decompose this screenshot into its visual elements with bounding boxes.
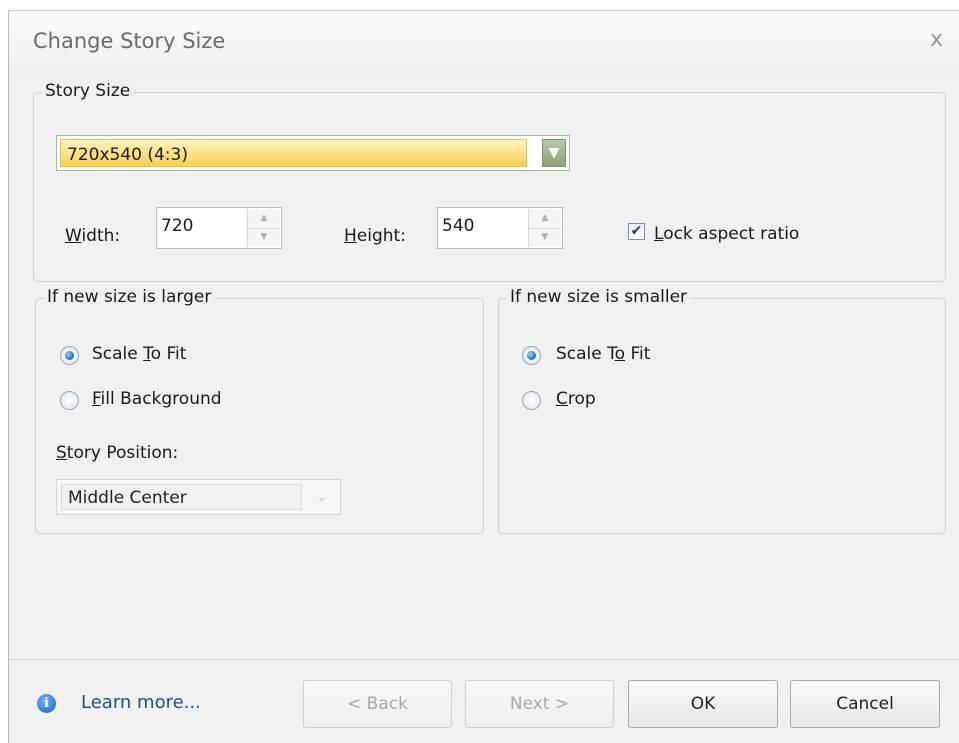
chevron-down-icon[interactable]: ⌄ bbox=[308, 484, 336, 510]
smaller-size-group-label: If new size is smaller bbox=[507, 287, 691, 307]
fill-background-label[interactable]: Fill Background bbox=[92, 389, 222, 409]
story-size-preset-dropdown[interactable]: 720x540 (4:3) ▼ bbox=[56, 135, 570, 171]
spin-down-icon[interactable]: ▼ bbox=[529, 228, 561, 247]
spin-up-icon[interactable]: ▲ bbox=[529, 209, 561, 229]
width-label: Width: bbox=[65, 226, 121, 246]
close-icon[interactable]: x bbox=[930, 27, 943, 52]
footer-divider bbox=[9, 659, 959, 660]
width-input[interactable]: 720 bbox=[161, 216, 193, 236]
learn-more-link[interactable]: Learn more... bbox=[81, 692, 201, 713]
larger-scale-to-fit-label[interactable]: Scale To Fit bbox=[92, 344, 186, 364]
cancel-button[interactable]: Cancel bbox=[790, 680, 940, 728]
story-position-value: Middle Center bbox=[61, 484, 302, 510]
info-icon[interactable]: i bbox=[37, 694, 56, 713]
larger-size-group-label: If new size is larger bbox=[44, 287, 215, 307]
story-position-dropdown[interactable]: Middle Center ⌄ bbox=[56, 479, 341, 515]
height-label: Height: bbox=[344, 226, 406, 246]
window-title: Change Story Size bbox=[33, 29, 226, 53]
change-story-size-dialog: Change Story Size x Story Size 720x540 (… bbox=[8, 10, 959, 743]
title-bar: Change Story Size x bbox=[9, 11, 959, 73]
lock-aspect-ratio-label[interactable]: Lock aspect ratio bbox=[654, 224, 799, 244]
fill-background-radio[interactable] bbox=[60, 391, 79, 410]
width-stepper[interactable]: 720 ▲ ▼ bbox=[156, 207, 282, 249]
spin-up-icon[interactable]: ▲ bbox=[248, 209, 280, 229]
smaller-scale-to-fit-label[interactable]: Scale To Fit bbox=[556, 344, 650, 364]
crop-radio[interactable] bbox=[522, 391, 541, 410]
story-size-preset-value: 720x540 (4:3) bbox=[60, 139, 527, 167]
story-size-group-label: Story Size bbox=[42, 81, 134, 101]
height-stepper[interactable]: 540 ▲ ▼ bbox=[437, 207, 563, 249]
ok-button[interactable]: OK bbox=[628, 680, 778, 728]
smaller-size-group: If new size is smaller Scale To Fit Crop bbox=[498, 287, 946, 534]
chevron-down-icon[interactable]: ▼ bbox=[542, 139, 566, 167]
height-input[interactable]: 540 bbox=[442, 216, 474, 236]
story-size-group: Story Size 720x540 (4:3) ▼ Width: 720 ▲ … bbox=[33, 81, 946, 282]
spin-down-icon[interactable]: ▼ bbox=[248, 228, 280, 247]
next-button[interactable]: Next > bbox=[465, 680, 614, 728]
crop-label[interactable]: Crop bbox=[556, 389, 596, 409]
larger-size-group: If new size is larger Scale To Fit Fill … bbox=[35, 287, 484, 534]
story-position-label: Story Position: bbox=[56, 443, 179, 463]
smaller-scale-to-fit-radio[interactable] bbox=[522, 346, 541, 365]
lock-aspect-ratio-checkbox[interactable]: ✔ bbox=[628, 223, 645, 240]
larger-scale-to-fit-radio[interactable] bbox=[60, 346, 79, 365]
back-button[interactable]: < Back bbox=[303, 680, 452, 728]
